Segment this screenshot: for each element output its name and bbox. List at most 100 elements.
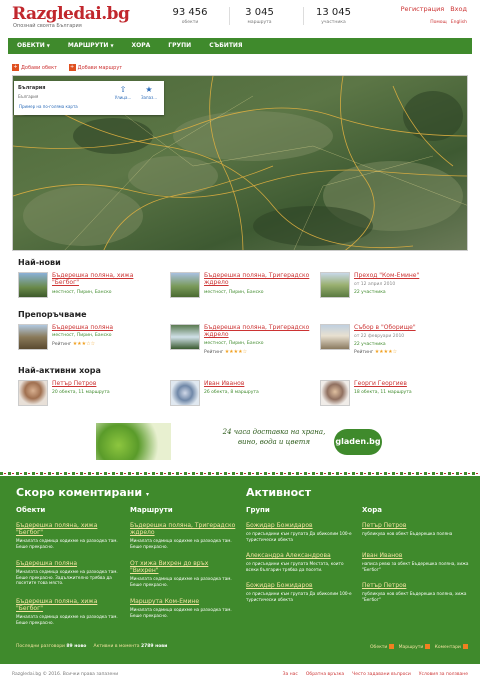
help-link[interactable]: Помощ [430, 20, 447, 25]
item-title[interactable]: Иван Иванов [362, 552, 470, 559]
item-title[interactable]: Маршрута Ком-Емине [130, 598, 238, 605]
map-larger-link[interactable]: Пример на по-голяма карта [19, 104, 78, 109]
item-title[interactable]: Божидар Божидаров [246, 522, 354, 529]
card-title[interactable]: Преход "Ком-Емине" [354, 272, 464, 279]
person-name[interactable]: Георги Георгиев [354, 380, 464, 387]
item-title[interactable]: Александра Александрова [246, 552, 354, 559]
activity-item[interactable]: Иван Иванов написа ревю за обект Бъдерешк… [362, 552, 470, 572]
english-link[interactable]: English [451, 20, 467, 25]
item-title[interactable]: Божидар Божидаров [246, 582, 354, 589]
tag-links[interactable]: местност, Пирин, Банско [204, 290, 264, 295]
deco-mark [404, 473, 406, 474]
person-card[interactable]: Георги Георгиев 18 обекта, 11 маршрута [320, 380, 460, 408]
nav-people[interactable]: ХОРА [123, 38, 160, 54]
register-link[interactable]: Регистрация [401, 5, 445, 13]
last-conversations-link[interactable]: Последни разговори [16, 644, 65, 649]
participants-link[interactable]: 22 участника [354, 290, 386, 295]
login-link[interactable]: Вход [450, 5, 467, 13]
activity-item[interactable]: Петър Петров публикува нов обект Бъдерешк… [362, 522, 470, 537]
item-title[interactable]: Бъдерешка поляна, Тригерадско ждрело [130, 522, 238, 536]
comment-item[interactable]: Маршрута Ком-Емине Миналата седмица ходих… [130, 598, 238, 618]
rating-stars[interactable]: ★★★☆☆ [73, 341, 95, 347]
deco-mark [28, 473, 30, 474]
rss-icon[interactable] [425, 644, 431, 649]
item-desc: Миналата седмица ходихме на разходка там… [16, 614, 118, 625]
tag-links[interactable]: местност, Пирин, Банско [52, 290, 112, 295]
map-pin-icon: + [12, 64, 19, 71]
recommended-card[interactable]: Бъдерешка поляна местност, Пирин, Банско… [18, 324, 158, 352]
person-stats-link[interactable]: 26 обекта, 8 маршрута [204, 390, 259, 395]
activity-item[interactable]: Божидар Божидаров се присъедини към група… [246, 522, 354, 542]
comment-item[interactable]: Бъдерешка поляна, хижа "Бегбог" Миналата … [16, 598, 124, 625]
comments-feed-link[interactable]: Коментари [435, 645, 461, 650]
person-stats-link[interactable]: 20 обекта, 11 маршрута [52, 390, 110, 395]
newest-card[interactable]: Преход "Ком-Емине" от 12 април 2010 22 у… [320, 272, 460, 300]
nav-events[interactable]: СЪБИТИЯ [200, 38, 251, 54]
comment-item[interactable]: От хижа Вихрен до връх "Вихрен" Миналата … [130, 560, 238, 587]
card-title[interactable]: Бъдерешка поляна [52, 324, 162, 331]
footer-link-about[interactable]: За нас [283, 672, 298, 677]
person-card[interactable]: Петър Петров 20 обекта, 11 маршрута [18, 380, 158, 408]
tag-links[interactable]: местност, Пирин, Банско [204, 341, 264, 346]
item-title[interactable]: Петър Петров [362, 582, 470, 589]
stat-label: маршрута [247, 20, 272, 25]
card-rating: Рейтинг ★★★☆☆ [52, 341, 95, 347]
card-title[interactable]: Бъдерешка поляна, Тригерадско ждрело [204, 324, 314, 338]
item-title[interactable]: Петър Петров [362, 522, 470, 529]
street-view-button[interactable]: ⇧ Улица... [110, 85, 136, 100]
deco-mark [292, 473, 294, 474]
deco-mark [208, 472, 211, 475]
tag-links[interactable]: местност, Пирин, Банско [52, 333, 112, 338]
save-map-button[interactable]: ★ Запаз... [136, 85, 162, 100]
participants-link[interactable]: 22 участника [354, 342, 386, 347]
activity-item[interactable]: Божидар Божидаров се присъедини към група… [246, 582, 354, 602]
rating-stars[interactable]: ★★★★☆ [225, 349, 247, 355]
add-route-link[interactable]: + Добави маршрут [68, 64, 122, 71]
nav-groups[interactable]: ГРУПИ [159, 38, 200, 54]
map-pin-icon: + [68, 64, 76, 71]
person-stats-link[interactable]: 18 обекта, 11 маршрута [354, 390, 412, 395]
activity-item[interactable]: Александра Александрова се присъедини към… [246, 552, 354, 572]
card-title[interactable]: Бъдерешка поляна, хижа "Бегбог" [52, 272, 162, 286]
rss-icon[interactable] [389, 644, 395, 649]
footer-link-terms[interactable]: Условия за ползване [419, 672, 468, 677]
deco-mark [460, 473, 462, 474]
item-title[interactable]: Бъдерешка поляна, хижа "Бегбог" [16, 522, 124, 536]
card-title[interactable]: Бъдерешка поляна, Тригерадско ждрело [204, 272, 314, 286]
site-logo[interactable]: Razgledai.bg [12, 4, 130, 24]
nav-objects[interactable]: ОБЕКТИ ▼ [8, 38, 59, 54]
deco-mark [112, 472, 115, 475]
card-title[interactable]: Събор в "Оборище" [354, 324, 464, 331]
person-name[interactable]: Иван Иванов [204, 380, 314, 387]
activity-item[interactable]: Петър Петров публикува нов обект Бъдерешк… [362, 582, 470, 602]
add-object-link[interactable]: + Добави обект [12, 64, 57, 71]
deco-mark [196, 473, 198, 474]
item-title[interactable]: От хижа Вихрен до връх "Вихрен" [130, 560, 238, 574]
comment-item[interactable]: Бъдерешка поляна, хижа "Бегбог" Миналата … [16, 522, 124, 549]
thumbnail-image [320, 324, 350, 350]
footer-link-feedback[interactable]: Обратна връзка [306, 672, 344, 677]
item-title[interactable]: Бъдерешка поляна [16, 560, 124, 567]
newest-card[interactable]: Бъдерешка поляна, хижа "Бегбог" местност… [18, 272, 158, 300]
rss-icon[interactable] [462, 644, 468, 649]
active-now-link[interactable]: Активни в момента [94, 644, 140, 649]
person-name[interactable]: Петър Петров [52, 380, 162, 387]
recommended-card[interactable]: Събор в "Оборище" от 22 февруари 2010 22… [320, 324, 460, 355]
recent-comments-footer: Последни разговори 89 ново Активни в мом… [16, 644, 167, 649]
nav-routes[interactable]: МАРШРУТИ ▼ [59, 38, 123, 54]
person-card[interactable]: Иван Иванов 26 обекта, 8 маршрута [170, 380, 310, 408]
footer-link-faq[interactable]: Често задавани въпроси [352, 672, 411, 677]
ad-banner[interactable]: 24 часа доставка на храна, вино, вода и … [96, 423, 384, 460]
comment-item[interactable]: Бъдерешка поляна, Тригерадско ждрело Мина… [130, 522, 238, 549]
star-icon: ★ [145, 85, 153, 94]
objects-feed-link[interactable]: Обекти [370, 645, 387, 650]
routes-feed-link[interactable]: Маршрути [399, 645, 424, 650]
recommended-card[interactable]: Бъдерешка поляна, Тригерадско ждрело мес… [170, 324, 310, 355]
deco-mark [228, 473, 230, 474]
newest-card[interactable]: Бъдерешка поляна, Тригерадско ждрело мес… [170, 272, 310, 300]
item-title[interactable]: Бъдерешка поляна, хижа "Бегбог" [16, 598, 124, 612]
section-title-activity: Активност [246, 486, 312, 499]
avatar [18, 380, 48, 406]
comment-item[interactable]: Бъдерешка поляна Миналата седмица ходихме… [16, 560, 124, 586]
rating-stars[interactable]: ★★★★☆ [375, 349, 397, 355]
